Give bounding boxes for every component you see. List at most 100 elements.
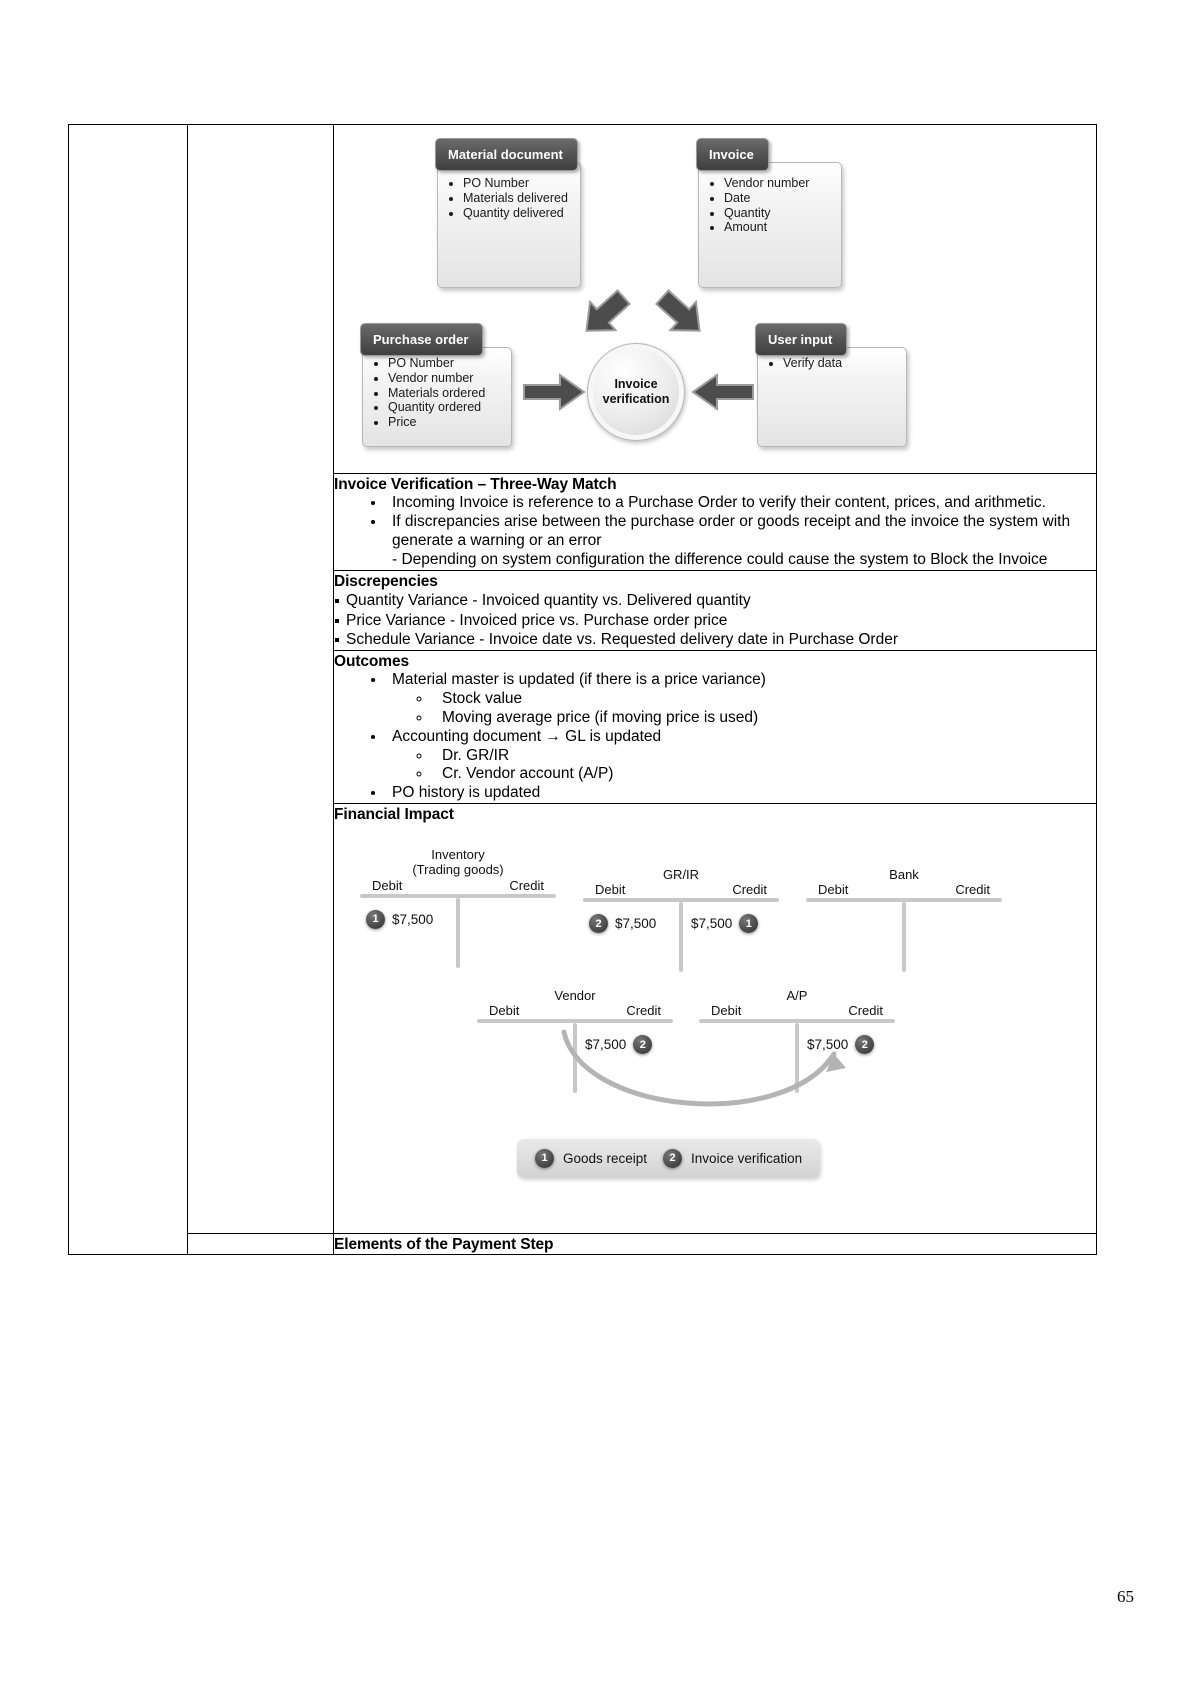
credit-header: Credit: [848, 1003, 883, 1019]
legend-label: Invoice verification: [691, 1150, 803, 1166]
t-vertical-bar: [902, 902, 906, 973]
flow-node-invoice-verification: Invoice verification: [587, 343, 685, 441]
cell-outcomes: Outcomes Material master is updated (if …: [333, 649, 1097, 805]
title-line1: GR/IR: [662, 866, 700, 882]
t-account-column-headers: Debit Credit: [699, 1003, 895, 1018]
t-vertical-bar: [679, 902, 683, 973]
legend-item: 2 Invoice verification: [663, 1148, 803, 1168]
t-credit-entry: $7,500 1: [691, 914, 759, 934]
t-account-legend: 1 Goods receipt 2 Invoice verification: [517, 1138, 821, 1178]
cell-three-way-match: Invoice Verification – Three-Way Match I…: [333, 473, 1097, 571]
invoice-verification-flow-diagram: Material document PO Number Materials de…: [334, 125, 1094, 473]
table-row: Material document PO Number Materials de…: [68, 124, 1097, 1255]
arrow-invoice-to-verification: [654, 289, 701, 332]
arrow-purchase-order-to-verification: [523, 373, 586, 411]
cell-discrepancies: Discrepencies Quantity Variance - Invoic…: [333, 570, 1097, 651]
title-line1: Vendor: [554, 987, 596, 1003]
debit-header: Debit: [595, 882, 626, 898]
document-page: Material document PO Number Materials de…: [0, 0, 1200, 1697]
node-label: Invoice verification: [603, 377, 670, 407]
flow-box-purchase-order: Purchase order PO Number Vendor number M…: [360, 323, 512, 447]
list-item: Material master is updated (if there is …: [386, 671, 1096, 728]
bullet-subtext: - Depending on system configuration the …: [392, 551, 1048, 569]
box-item-list: PO Number Materials delivered Quantity d…: [447, 176, 568, 220]
step-badge: 2: [663, 1148, 683, 1168]
curved-transfer-arrow: [561, 1029, 846, 1106]
table-row: Elements of the Payment Step: [69, 1232, 1097, 1255]
debit-header: Debit: [489, 1003, 520, 1019]
list-item: Verify data: [783, 356, 842, 371]
list-item: Amount: [724, 220, 809, 235]
t-account-title: GR/IR: [583, 867, 779, 883]
list-item: Materials delivered: [463, 191, 568, 206]
list-item: Date: [724, 191, 809, 206]
t-account-shape: 2 $7,500 $7,500 1: [583, 898, 779, 973]
credit-header: Credit: [509, 877, 544, 893]
cell-financial-impact: Financial Impact Inventory (Trading good…: [333, 803, 1097, 1234]
three-way-match-bullet-list: Incoming Invoice is reference to a Purch…: [334, 494, 1096, 570]
step-badge: 1: [739, 914, 759, 934]
t-account-title: Bank: [806, 867, 1002, 883]
node-label-line1: Invoice: [614, 377, 658, 391]
t-account-column-headers: Debit Credit: [806, 882, 1002, 897]
list-item: Quantity Variance - Invoiced quantity vs…: [334, 591, 1096, 610]
t-account-inventory: Inventory (Trading goods) Debit Credit 1: [360, 847, 556, 968]
t-account-column-headers: Debit Credit: [360, 878, 556, 893]
list-item: Schedule Variance - Invoice date vs. Req…: [334, 630, 1096, 649]
list-item: Quantity: [724, 206, 809, 221]
legend-item: 1 Goods receipt: [535, 1148, 647, 1168]
title-line2: (Trading goods): [412, 862, 504, 878]
section-heading-financial-impact: Financial Impact: [334, 806, 454, 824]
section-heading-discrepancies: Discrepencies: [334, 573, 438, 590]
list-item: Price: [388, 415, 485, 430]
box-caption: User input: [755, 323, 848, 356]
sub-list: Dr. GR/IR Cr. Vendor account (A/P): [392, 747, 1096, 785]
section-heading-three-way-match: Invoice Verification – Three-Way Match: [334, 476, 617, 493]
debit-header: Debit: [711, 1003, 742, 1019]
bullet-text: Material master is updated (if there is …: [392, 670, 766, 688]
debit-header: Debit: [818, 882, 849, 898]
list-item: Cr. Vendor account (A/P): [432, 765, 1096, 784]
arrow-user-input-to-verification: [691, 373, 754, 411]
list-item: Vendor number: [388, 371, 485, 386]
step-badge: 1: [366, 909, 385, 929]
box-caption: Invoice: [696, 138, 769, 171]
t-account-shape: 1 $7,500: [360, 893, 556, 968]
content-table: Material document PO Number Materials de…: [68, 124, 1097, 1255]
list-item: Incoming Invoice is reference to a Purch…: [386, 494, 1096, 513]
flow-box-user-input: User input Verify data: [755, 323, 907, 447]
t-account-title: Inventory (Trading goods): [360, 847, 556, 878]
step-badge: 2: [589, 914, 608, 934]
discrepancies-list: Quantity Variance - Invoiced quantity vs…: [334, 591, 1096, 649]
cell-column-b: [187, 1232, 334, 1255]
amount: $7,500: [392, 911, 434, 927]
t-account-column-headers: Debit Credit: [477, 1003, 673, 1018]
list-item: Price Variance - Invoiced price vs. Purc…: [334, 611, 1096, 630]
list-item: Stock value: [432, 690, 1096, 709]
box-item-list: PO Number Vendor number Materials ordere…: [372, 356, 485, 430]
list-item: PO Number: [388, 356, 485, 371]
title-line1: Bank: [889, 866, 919, 882]
t-account-gr-ir: GR/IR Debit Credit 2 $7,500 $7,500 1: [583, 867, 779, 973]
list-item: Moving average price (if moving price is…: [432, 709, 1096, 728]
amount: $7,500: [615, 916, 657, 932]
list-item: PO Number: [463, 176, 568, 191]
title-line1: Inventory: [431, 846, 485, 862]
list-item: If discrepancies arise between the purch…: [386, 513, 1096, 570]
credit-header: Credit: [626, 1003, 661, 1019]
cell-payment-step: Elements of the Payment Step: [333, 1232, 1097, 1255]
t-debit-entry: 2 $7,500: [589, 914, 657, 934]
bullet-text: If discrepancies arise between the purch…: [392, 513, 1071, 550]
credit-header: Credit: [955, 882, 990, 898]
page-number: 65: [1117, 1587, 1134, 1606]
cell-column-b: [187, 124, 334, 1234]
flow-box-invoice: Invoice Vendor number Date Quantity Amou…: [696, 138, 842, 288]
t-debit-entry: 1 $7,500: [366, 909, 434, 929]
list-item: Quantity ordered: [388, 400, 485, 415]
box-caption: Material document: [435, 138, 578, 171]
amount: $7,500: [691, 916, 733, 932]
list-item: Vendor number: [724, 176, 809, 191]
list-item: Dr. GR/IR: [432, 747, 1096, 766]
title-line1: A/P: [786, 987, 808, 1003]
box-item-list: Vendor number Date Quantity Amount: [708, 176, 809, 235]
